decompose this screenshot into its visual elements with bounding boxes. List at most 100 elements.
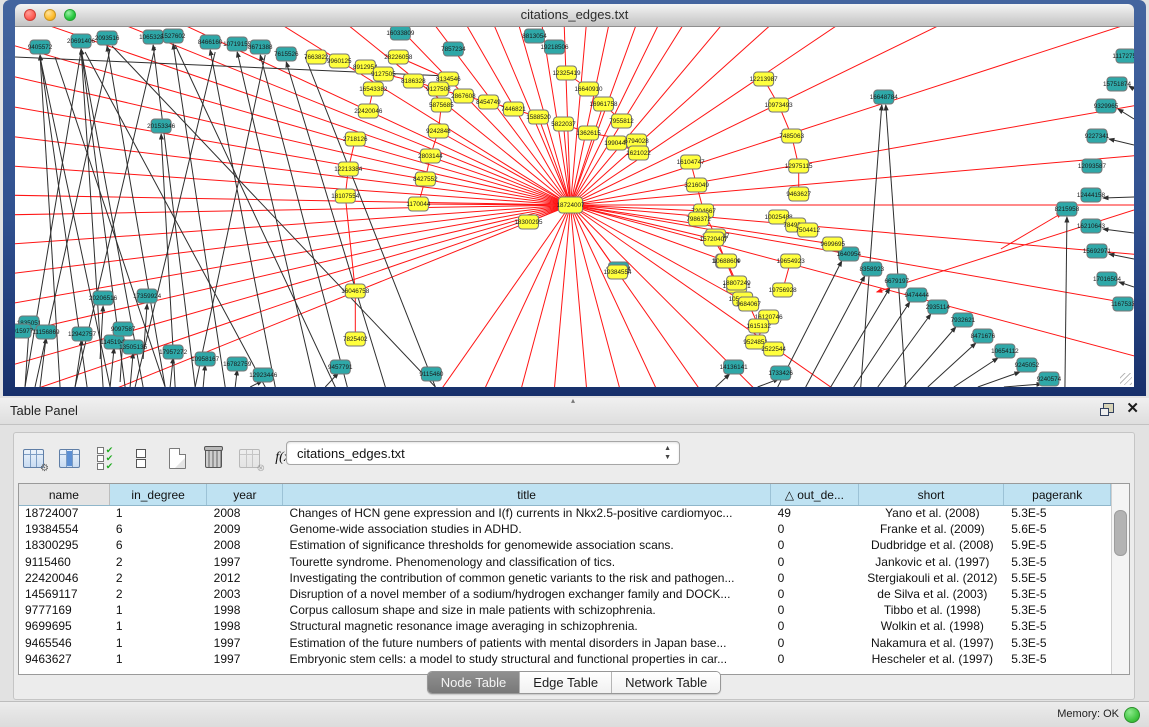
graph-node[interactable]: 10958167: [191, 352, 220, 366]
table-row[interactable]: 977716911998Corpus callosum shape and si…: [19, 602, 1112, 618]
graph-node[interactable]: 15720407: [700, 232, 729, 246]
graph-node[interactable]: 7446821: [501, 102, 526, 116]
graph-node[interactable]: 1362615: [576, 126, 601, 140]
graph-node[interactable]: 11156869: [32, 325, 60, 339]
table-row[interactable]: 1456911722003Disruption of a novel membe…: [19, 586, 1112, 602]
graph-node[interactable]: 18107554: [331, 189, 360, 203]
graph-node[interactable]: 7955812: [609, 114, 634, 128]
graph-node[interactable]: 9127508: [426, 82, 451, 96]
minimize-window-icon[interactable]: [44, 9, 56, 21]
graph-node[interactable]: 19384554: [604, 265, 633, 279]
graph-node[interactable]: 9245052: [1015, 358, 1040, 372]
graph-node[interactable]: 18724007: [556, 197, 585, 213]
graph-node[interactable]: 17359924: [133, 289, 162, 303]
graph-node[interactable]: 20206516: [89, 291, 118, 305]
graph-node[interactable]: 16640910: [574, 82, 603, 96]
graph-node[interactable]: 5875685: [429, 98, 454, 112]
graph-node[interactable]: 10973493: [765, 98, 794, 112]
graph-node[interactable]: 9474444: [905, 288, 930, 302]
column-header-name[interactable]: name: [19, 484, 110, 505]
graph-node[interactable]: 2803144: [418, 149, 443, 163]
float-panel-icon[interactable]: [1100, 403, 1114, 416]
graph-node[interactable]: 9960125: [327, 54, 352, 68]
graph-node[interactable]: 8671388: [248, 40, 273, 54]
new-table-icon[interactable]: [164, 445, 190, 471]
graph-node[interactable]: 7986372: [686, 212, 711, 226]
graph-node[interactable]: 11172754: [1112, 49, 1134, 63]
graph-node[interactable]: 17016504: [1093, 272, 1122, 286]
table-select-dropdown[interactable]: citations_edges.txt ▲▼: [286, 441, 680, 465]
graph-node[interactable]: 10688609: [713, 254, 742, 268]
graph-node[interactable]: 8471676: [971, 329, 996, 343]
graph-node[interactable]: 2522544: [761, 342, 786, 356]
column-header-title[interactable]: title: [283, 484, 771, 505]
graph-node[interactable]: 1621022: [626, 146, 651, 160]
graph-node[interactable]: 1170044: [406, 197, 431, 211]
tab-network-table[interactable]: Network Table: [612, 672, 720, 693]
graph-node[interactable]: 2935114: [926, 300, 951, 314]
memory-status-indicator-icon[interactable]: [1124, 707, 1140, 723]
table-row[interactable]: 911546021997Tourette syndrome. Phenomeno…: [19, 554, 1112, 570]
graph-node[interactable]: 9405572: [28, 40, 53, 54]
graph-node[interactable]: 16782759: [223, 357, 252, 371]
graph-node[interactable]: 18300295: [514, 215, 543, 229]
graph-node[interactable]: 12213987: [750, 72, 779, 86]
network-canvas[interactable]: 9405572206914062093516106532871527602846…: [15, 27, 1134, 387]
graph-node[interactable]: 19218506: [540, 40, 569, 54]
graph-node[interactable]: 1733426: [768, 366, 793, 380]
network-window-titlebar[interactable]: citations_edges.txt: [15, 4, 1134, 27]
graph-node[interactable]: 9227341: [1085, 129, 1110, 143]
graph-node[interactable]: 12444158: [1077, 188, 1106, 202]
table-row[interactable]: 2242004622012Investigating the contribut…: [19, 570, 1112, 586]
graph-node[interactable]: 2093516: [95, 31, 120, 45]
graph-node[interactable]: 9097587: [111, 322, 136, 336]
citation-network-graph[interactable]: 9405572206914062093516106532871527602846…: [15, 27, 1134, 387]
graph-node[interactable]: 12942757: [68, 327, 97, 341]
graph-node[interactable]: 8358923: [860, 262, 885, 276]
table-scrollbar[interactable]: [1111, 484, 1129, 674]
graph-node[interactable]: 1167533: [1111, 297, 1134, 311]
graph-node[interactable]: 1588520: [526, 110, 551, 124]
close-panel-icon[interactable]: ✕: [1126, 402, 1139, 416]
tab-node-table[interactable]: Node Table: [428, 672, 521, 693]
column-header-in_degree[interactable]: in_degree: [110, 484, 208, 505]
graph-node[interactable]: 9457791: [328, 360, 353, 374]
graph-node[interactable]: 8215958: [1055, 202, 1080, 216]
graph-node[interactable]: 17957272: [159, 345, 188, 359]
graph-node[interactable]: 10654112: [991, 344, 1019, 358]
graph-node[interactable]: 1615132: [746, 319, 771, 333]
table-settings-icon[interactable]: ⚙: [20, 445, 46, 471]
graph-node[interactable]: 9329965: [1094, 99, 1119, 113]
graph-node[interactable]: 9127505: [371, 67, 396, 81]
toggle-view-icon[interactable]: [128, 445, 154, 471]
graph-node[interactable]: 12325419: [552, 66, 581, 80]
graph-node[interactable]: 8813054: [522, 29, 547, 43]
graph-node[interactable]: 3915977: [15, 324, 34, 338]
graph-node[interactable]: 16046758: [341, 284, 370, 298]
graph-node[interactable]: 12975115: [785, 159, 813, 173]
graph-node[interactable]: 8427552: [413, 172, 438, 186]
graph-node[interactable]: 12213384: [334, 162, 363, 176]
graph-node[interactable]: 8186328: [401, 74, 426, 88]
graph-node[interactable]: 1527602: [161, 29, 186, 43]
graph-node[interactable]: 16648784: [870, 90, 899, 104]
graph-node[interactable]: 16210643: [1077, 219, 1106, 233]
graph-node[interactable]: 7825402: [343, 332, 368, 346]
graph-node[interactable]: 5822037: [551, 117, 576, 131]
graph-node[interactable]: 12093587: [1078, 159, 1107, 173]
graph-node[interactable]: 16961758: [590, 97, 619, 111]
graph-node[interactable]: 7932621: [951, 313, 976, 327]
graph-node[interactable]: 20691406: [67, 34, 96, 48]
graph-node[interactable]: 19756928: [769, 283, 798, 297]
graph-node[interactable]: 15692971: [1083, 244, 1112, 258]
graph-node[interactable]: 7485063: [779, 129, 804, 143]
graph-node[interactable]: 9463627: [786, 187, 811, 201]
graph-node[interactable]: 18807249: [723, 276, 752, 290]
graph-node[interactable]: 7857234: [441, 42, 466, 56]
column-header-pagerank[interactable]: pagerank: [1004, 484, 1111, 505]
graph-node[interactable]: 3216049: [684, 178, 709, 192]
graph-node[interactable]: 9684067: [736, 297, 761, 311]
table-row[interactable]: 946362711997Embryonic stem cells: a mode…: [19, 651, 1112, 667]
table-row[interactable]: 946554611997Estimation of the future num…: [19, 635, 1112, 651]
delete-column-icon[interactable]: ⊗: [236, 445, 262, 471]
